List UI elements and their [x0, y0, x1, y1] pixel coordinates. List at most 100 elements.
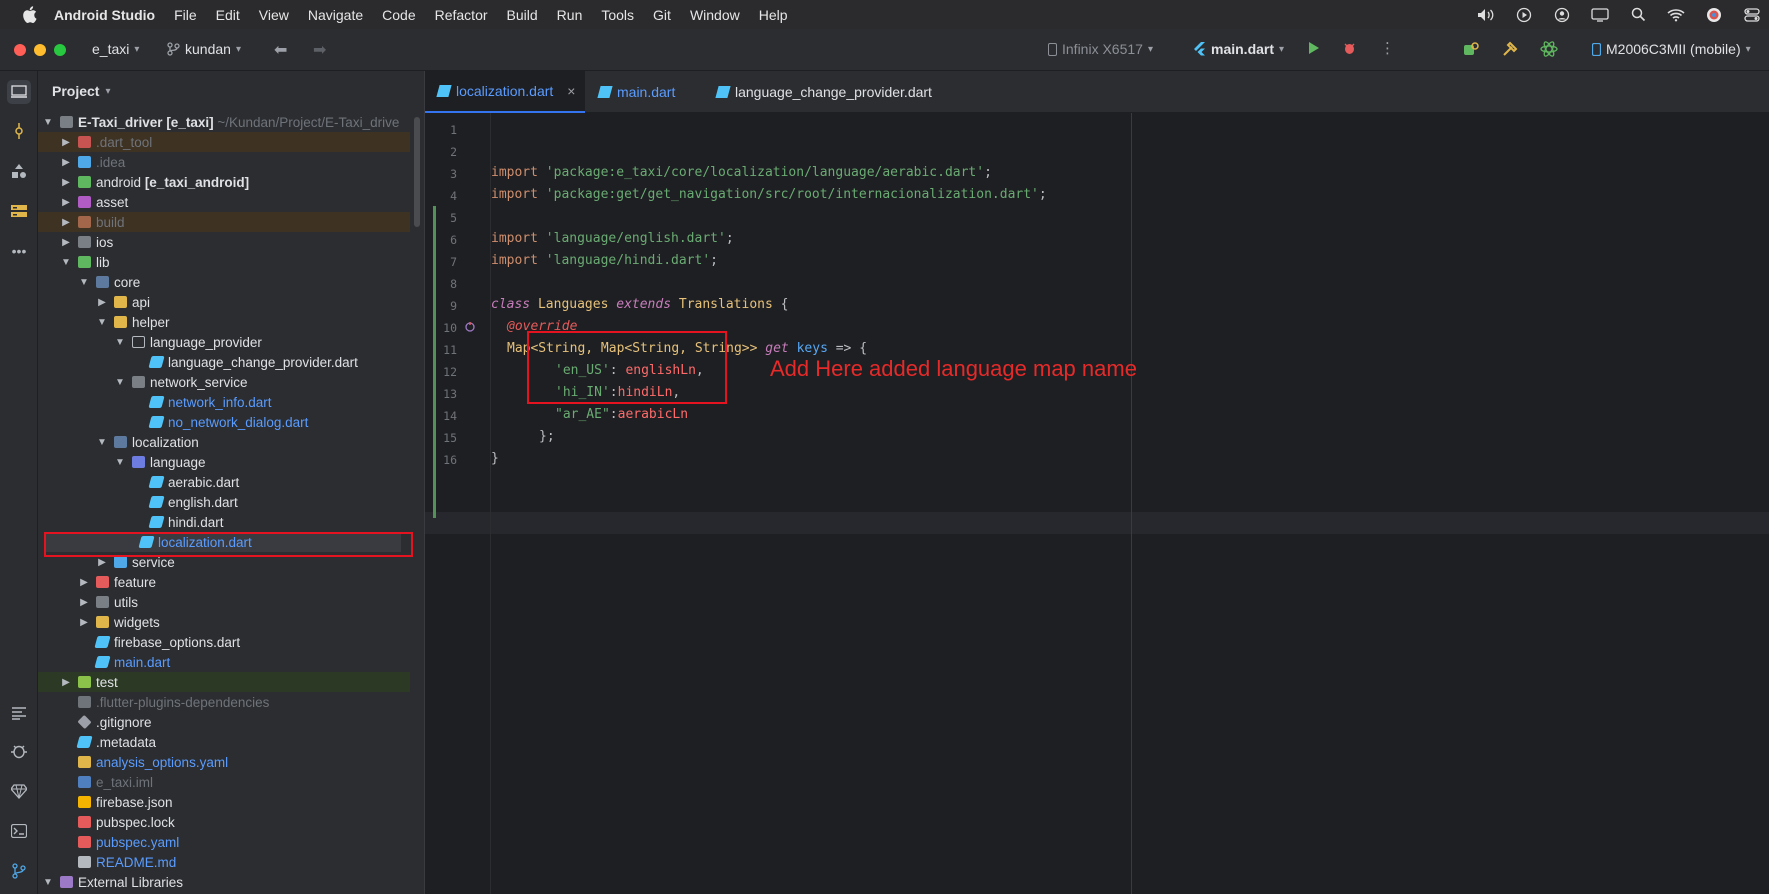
tree-item-helper[interactable]: ▼ helper: [38, 312, 410, 332]
play-circle-icon[interactable]: [1511, 4, 1537, 26]
collapsed-arrow-icon[interactable]: ▶: [60, 677, 72, 688]
collapsed-arrow-icon[interactable]: ▶: [60, 217, 72, 228]
resource-manager-icon[interactable]: [7, 159, 31, 183]
menu-tools[interactable]: Tools: [601, 7, 634, 23]
expanded-arrow-icon[interactable]: ▼: [42, 117, 54, 128]
tree-item-iml[interactable]: e_taxi.iml: [38, 772, 410, 792]
tree-item-network-service[interactable]: ▼ network_service: [38, 372, 410, 392]
tree-item-feature[interactable]: ▶ feature: [38, 572, 410, 592]
collapsed-arrow-icon[interactable]: ▶: [78, 577, 90, 588]
more-vertical-icon[interactable]: ⋮: [1380, 39, 1395, 57]
display-icon[interactable]: [1587, 4, 1613, 26]
more-horizontal-icon[interactable]: •••: [7, 239, 31, 263]
collapsed-arrow-icon[interactable]: ▶: [96, 297, 108, 308]
expanded-arrow-icon[interactable]: ▼: [114, 457, 126, 468]
expanded-arrow-icon[interactable]: ▼: [114, 337, 126, 348]
close-window-button[interactable]: [14, 44, 26, 56]
project-scrollbar[interactable]: [414, 117, 420, 227]
tree-item-lib[interactable]: ▼ lib: [38, 252, 410, 272]
project-selector[interactable]: e_taxi ▾: [92, 41, 139, 57]
logcat-icon[interactable]: [7, 701, 31, 725]
expanded-arrow-icon[interactable]: ▼: [114, 377, 126, 388]
target-device-selector[interactable]: M2006C3MII (mobile) ▾: [1592, 41, 1751, 57]
tree-item-no-network-dialog[interactable]: no_network_dialog.dart: [38, 412, 410, 432]
tree-item-aerabic[interactable]: aerabic.dart: [38, 472, 410, 492]
override-gutter-icon[interactable]: [464, 321, 476, 336]
menu-refactor[interactable]: Refactor: [435, 7, 488, 23]
tree-item-language-provider[interactable]: ▼ language_provider: [38, 332, 410, 352]
control-center-icon[interactable]: [1739, 4, 1765, 26]
zoom-window-button[interactable]: [54, 44, 66, 56]
forward-arrow-icon[interactable]: ➡: [313, 40, 326, 60]
back-arrow-icon[interactable]: ⬅: [274, 40, 287, 60]
commit-icon[interactable]: [7, 119, 31, 143]
tree-item-main-dart[interactable]: main.dart: [38, 652, 410, 672]
menu-run[interactable]: Run: [557, 7, 583, 23]
avatar-icon[interactable]: [1701, 4, 1727, 26]
collapsed-arrow-icon[interactable]: ▶: [60, 157, 72, 168]
gem-icon[interactable]: [7, 779, 31, 803]
project-view-icon[interactable]: [7, 80, 31, 104]
expanded-arrow-icon[interactable]: ▼: [78, 277, 90, 288]
tree-item-root[interactable]: ▼ E-Taxi_driver [e_taxi] ~/Kundan/Projec…: [38, 112, 410, 132]
app-quality-icon[interactable]: [7, 739, 31, 763]
menu-file[interactable]: File: [174, 7, 197, 23]
menu-app-name[interactable]: Android Studio: [54, 7, 155, 23]
tree-item-language[interactable]: ▼ language: [38, 452, 410, 472]
tab-main-dart[interactable]: main.dart: [597, 71, 675, 113]
code-line-6[interactable]: import 'language/hindi.dart';: [491, 253, 718, 268]
minimize-window-button[interactable]: [34, 44, 46, 56]
code-line-2[interactable]: import 'package:e_taxi/core/localization…: [491, 165, 992, 180]
atom-icon[interactable]: [1540, 40, 1558, 58]
volume-icon[interactable]: [1473, 4, 1499, 26]
code-line-8[interactable]: class Languages extends Translations {: [491, 297, 788, 312]
build-tools-icon[interactable]: [1501, 40, 1519, 58]
tree-item-english[interactable]: english.dart: [38, 492, 410, 512]
menu-edit[interactable]: Edit: [216, 7, 240, 23]
project-panel-header[interactable]: Project ▾: [52, 83, 111, 99]
collapsed-arrow-icon[interactable]: ▶: [78, 617, 90, 628]
tree-item-asset[interactable]: ▶ asset: [38, 192, 410, 212]
code-line-15[interactable]: }: [491, 451, 499, 466]
tree-item-readme[interactable]: README.md: [38, 852, 410, 872]
collapsed-arrow-icon[interactable]: ▶: [60, 237, 72, 248]
tree-item-build[interactable]: ▶ build: [38, 212, 410, 232]
expanded-arrow-icon[interactable]: ▼: [60, 257, 72, 268]
expanded-arrow-icon[interactable]: ▼: [96, 317, 108, 328]
menu-build[interactable]: Build: [507, 7, 538, 23]
tree-item-android[interactable]: ▶ android [e_taxi_android]: [38, 172, 410, 192]
tree-item-language-change-provider[interactable]: language_change_provider.dart: [38, 352, 410, 372]
menu-view[interactable]: View: [259, 7, 289, 23]
debug-icon[interactable]: [1343, 41, 1356, 55]
tree-item-core[interactable]: ▼ core: [38, 272, 410, 292]
menu-navigate[interactable]: Navigate: [308, 7, 363, 23]
branch-selector[interactable]: kundan ▾: [167, 41, 241, 57]
tab-localization-dart[interactable]: localization.dart ×: [425, 71, 585, 113]
run-config-selector[interactable]: main.dart ▾: [1194, 41, 1284, 57]
tree-item-hindi[interactable]: hindi.dart: [38, 512, 410, 532]
device-selector[interactable]: Infinix X6517 ▾: [1048, 41, 1153, 57]
tree-item-network-info[interactable]: network_info.dart: [38, 392, 410, 412]
tree-item-pubspec-lock[interactable]: pubspec.lock: [38, 812, 410, 832]
tab-language-change-provider[interactable]: language_change_provider.dart: [715, 71, 932, 113]
tree-item-test[interactable]: ▶ test: [38, 672, 410, 692]
tree-item-utils[interactable]: ▶ utils: [38, 592, 410, 612]
app-inspection-icon[interactable]: [1462, 40, 1480, 58]
tree-item-gitignore[interactable]: .gitignore: [38, 712, 410, 732]
version-control-icon[interactable]: [7, 859, 31, 883]
tree-item-analysis-options[interactable]: analysis_options.yaml: [38, 752, 410, 772]
terminal-icon[interactable]: [7, 819, 31, 843]
search-icon[interactable]: [1625, 4, 1651, 26]
wifi-icon[interactable]: [1663, 4, 1689, 26]
tree-item-firebase-json[interactable]: firebase.json: [38, 792, 410, 812]
tree-item-external-libraries[interactable]: ▼ External Libraries: [38, 872, 410, 892]
structure-icon[interactable]: [7, 199, 31, 223]
tree-item-flutter-plugins[interactable]: .flutter-plugins-dependencies: [38, 692, 410, 712]
expanded-arrow-icon[interactable]: ▼: [96, 437, 108, 448]
code-line-14[interactable]: };: [539, 429, 555, 444]
tree-item-idea[interactable]: ▶ .idea: [38, 152, 410, 172]
tree-item-dart-tool[interactable]: ▶ .dart_tool: [38, 132, 410, 152]
user-circle-icon[interactable]: [1549, 4, 1575, 26]
tree-item-firebase-options[interactable]: firebase_options.dart: [38, 632, 410, 652]
menu-git[interactable]: Git: [653, 7, 671, 23]
